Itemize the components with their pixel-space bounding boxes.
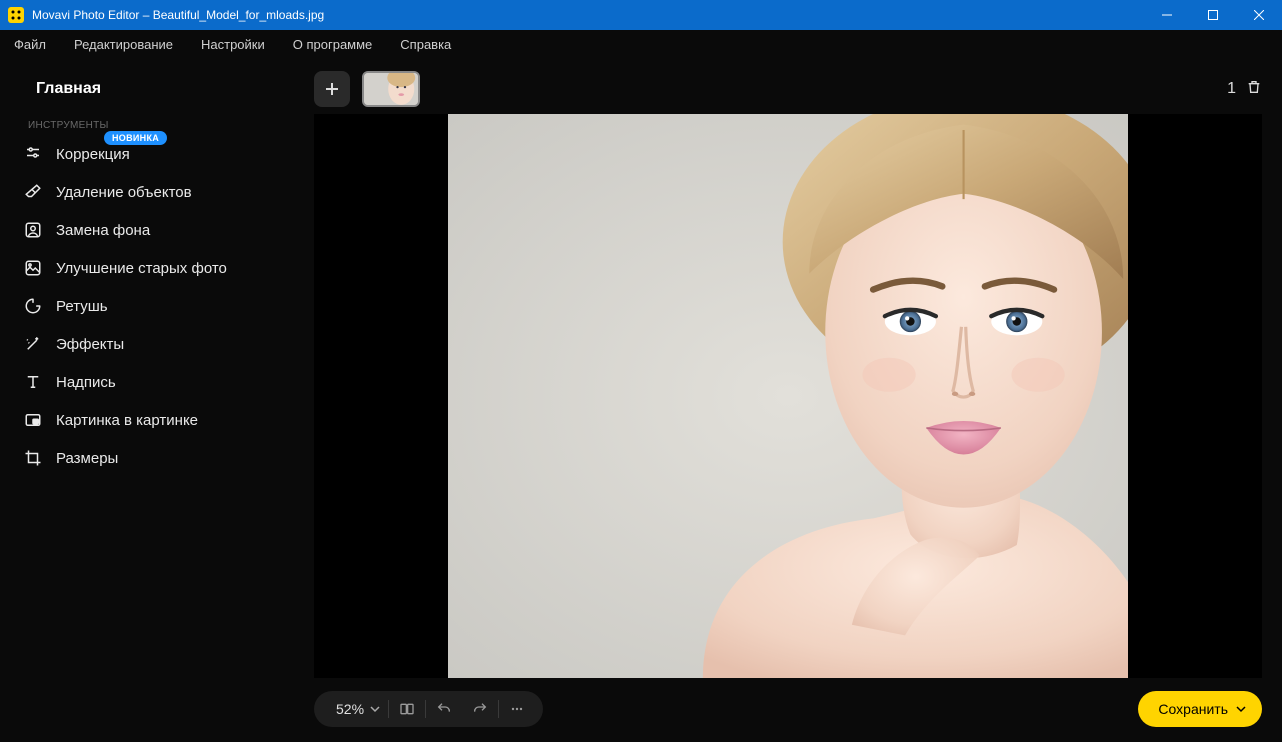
zoom-dropdown[interactable]: 52% [322,701,388,717]
window-title: Movavi Photo Editor – Beautiful_Model_fo… [32,8,324,22]
sidebar-item-object-removal[interactable]: Удаление объектов [0,173,300,211]
sidebar-item-retouch[interactable]: Ретушь [0,287,300,325]
compare-button[interactable] [389,691,425,727]
sidebar-item-bg-replace[interactable]: Замена фона [0,211,300,249]
chevron-down-icon [370,704,380,714]
content-area: Главная ИНСТРУМЕНТЫ НОВИНКА Коррекция Уд… [0,58,1282,742]
more-button[interactable] [499,691,535,727]
canvas-area[interactable] [314,114,1262,678]
app-logo-icon [8,7,24,23]
person-frame-icon [24,221,42,239]
zoom-toolbar: 52% [314,691,543,727]
pip-icon [24,411,42,429]
eraser-icon [24,183,42,201]
window-controls [1144,0,1282,30]
sliders-icon [24,145,42,163]
minimize-button[interactable] [1144,0,1190,30]
photo-preview [448,114,1128,678]
sidebar-item-label: Эффекты [56,336,124,353]
undo-button[interactable] [426,691,462,727]
sidebar-item-sizes[interactable]: Размеры [0,439,300,477]
sidebar-item-pip[interactable]: Картинка в картинке [0,401,300,439]
bottombar: 52% Сохранить [314,678,1262,728]
thumbnail-1[interactable] [362,71,420,107]
add-image-button[interactable] [314,71,350,107]
maximize-button[interactable] [1190,0,1236,30]
thumbnail-row: 1 [314,58,1262,114]
text-icon [24,373,42,391]
sidebar-item-caption[interactable]: Надпись [0,363,300,401]
menu-settings[interactable]: Настройки [201,37,265,52]
save-button[interactable]: Сохранить [1138,691,1262,727]
sidebar-item-label: Размеры [56,450,118,467]
sidebar-item-effects[interactable]: Эффекты [0,325,300,363]
sidebar-item-correction[interactable]: НОВИНКА Коррекция [0,135,300,173]
redo-button[interactable] [462,691,498,727]
menubar: Файл Редактирование Настройки О программ… [0,30,1282,58]
titlebar: Movavi Photo Editor – Beautiful_Model_fo… [0,0,1282,30]
chevron-down-icon [1236,704,1246,714]
trash-icon[interactable] [1246,79,1262,100]
magic-wand-icon [24,335,42,353]
restore-photo-icon [24,259,42,277]
menu-help[interactable]: Справка [400,37,451,52]
close-button[interactable] [1236,0,1282,30]
sidebar-item-label: Ретушь [56,298,108,315]
sidebar-item-label: Коррекция [56,146,130,163]
menu-edit[interactable]: Редактирование [74,37,173,52]
thumb-count: 1 [1227,80,1236,98]
workarea: 1 [300,58,1282,742]
thumbs-right: 1 [1227,79,1262,100]
sidebar-home[interactable]: Главная [0,72,300,112]
retouch-icon [24,297,42,315]
sidebar-item-old-photo[interactable]: Улучшение старых фото [0,249,300,287]
sidebar-item-label: Надпись [56,374,116,391]
sidebar-item-label: Удаление объектов [56,184,192,201]
sidebar-item-label: Картинка в картинке [56,412,198,429]
menu-file[interactable]: Файл [14,37,46,52]
sidebar-home-label: Главная [36,80,101,98]
new-badge: НОВИНКА [104,131,167,145]
crop-icon [24,449,42,467]
menu-about[interactable]: О программе [293,37,373,52]
sidebar-item-label: Улучшение старых фото [56,260,227,277]
save-label: Сохранить [1158,701,1228,717]
zoom-value: 52% [336,701,364,717]
sidebar-item-label: Замена фона [56,222,150,239]
sidebar: Главная ИНСТРУМЕНТЫ НОВИНКА Коррекция Уд… [0,58,300,742]
